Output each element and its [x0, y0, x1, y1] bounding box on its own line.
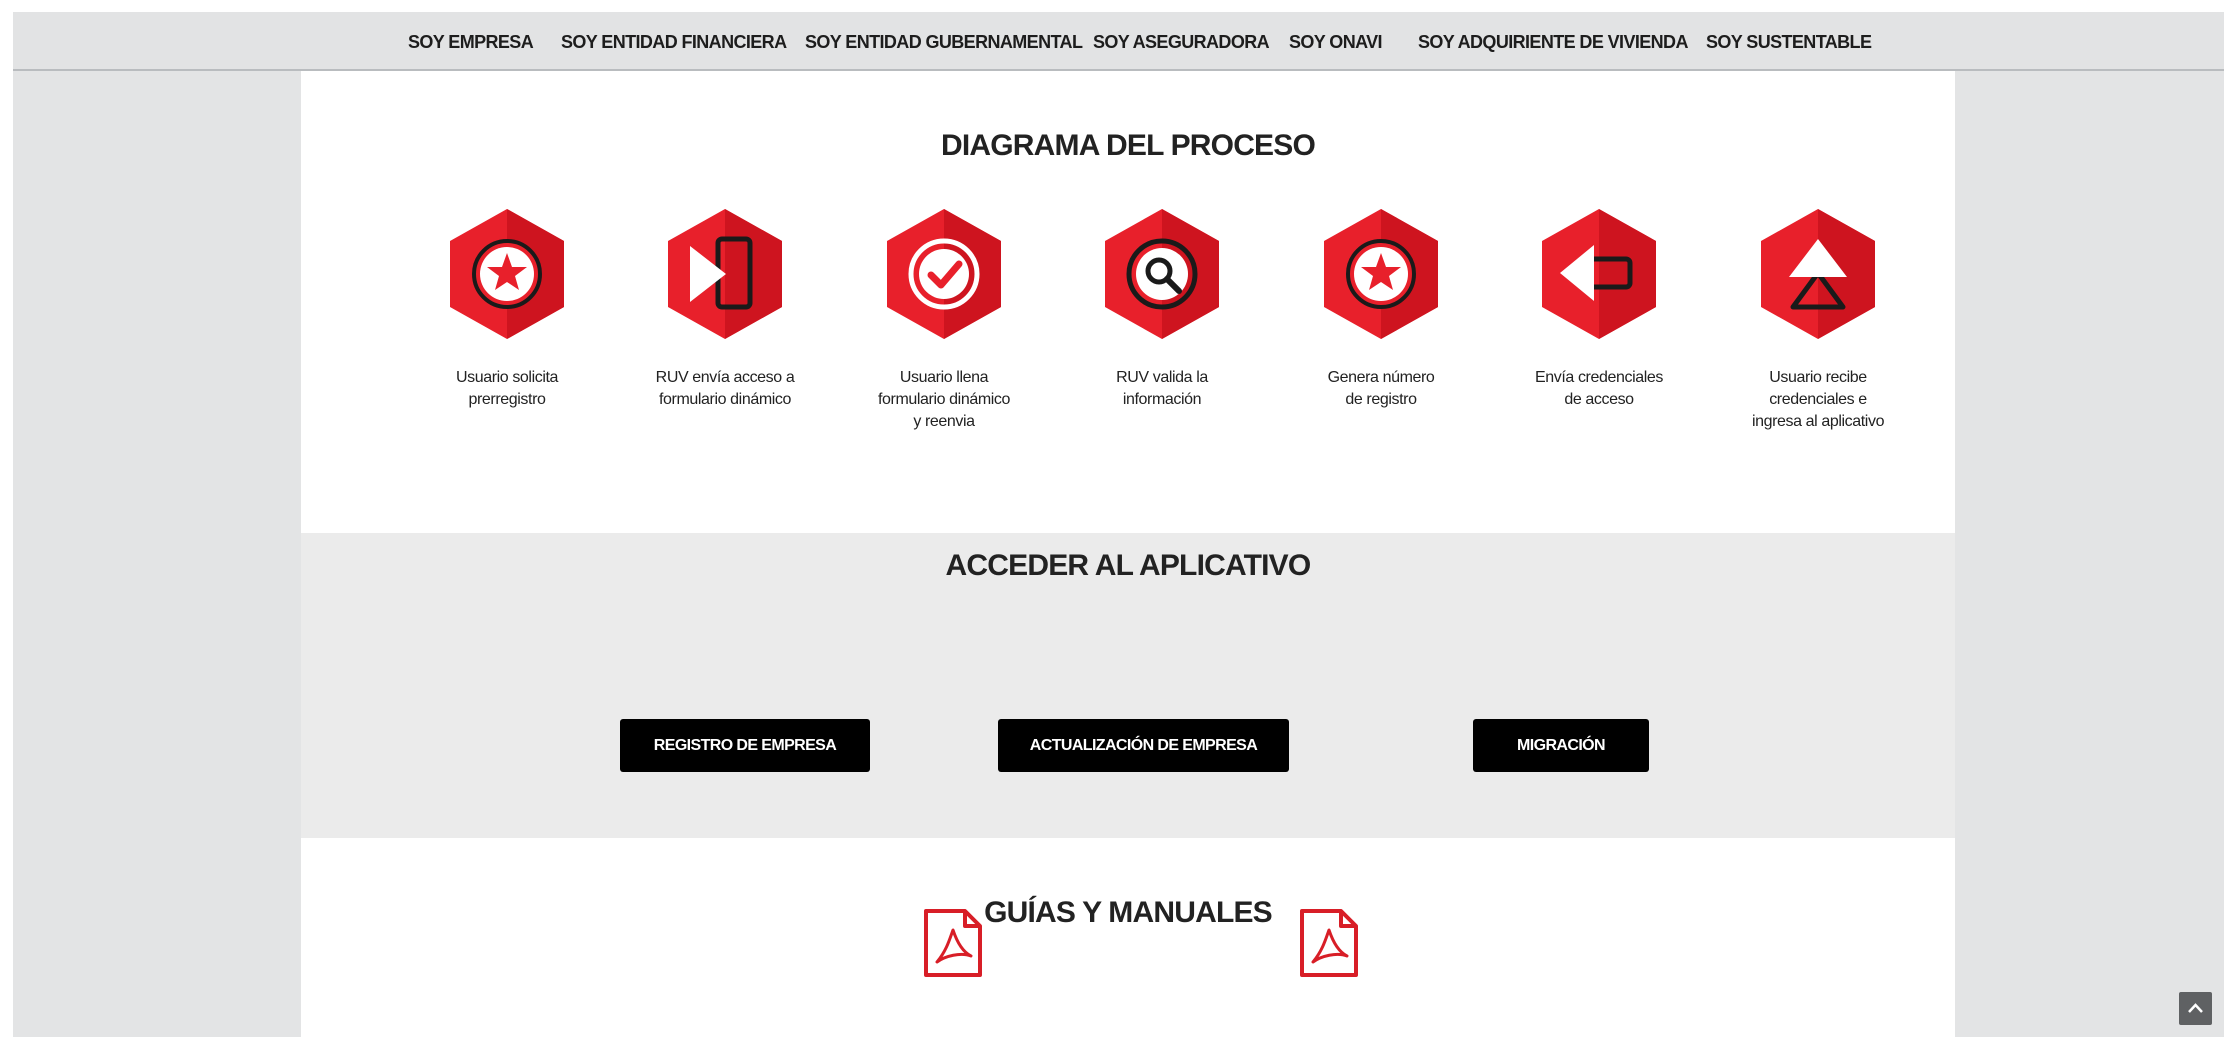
enter-door-icon [668, 209, 782, 339]
actualizacion-de-empresa-button[interactable]: ACTUALIZACIÓN DE EMPRESA [998, 719, 1289, 772]
step-caption: Usuario llena formulario dinámico y reen… [877, 369, 1010, 430]
scroll-to-top-button[interactable] [2179, 992, 2212, 1025]
process-step: Usuario solicita prerregistro [422, 209, 592, 469]
star-icon [450, 209, 564, 339]
check-icon [887, 209, 1001, 339]
chevron-up-icon [2188, 1003, 2203, 1013]
step-caption: RUV envía acceso a formulario dinámico [655, 369, 795, 408]
process-step: RUV envía acceso a formulario dinámico [640, 209, 810, 469]
nav-soy-adquiriente-de-vivienda[interactable]: SOY ADQUIRIENTE DE VIVIENDA [1418, 29, 1688, 55]
step-caption: RUV valida la información [1116, 369, 1208, 408]
nav-soy-sustentable[interactable]: SOY SUSTENTABLE [1706, 29, 1872, 55]
step-caption: Genera número de registro [1327, 369, 1435, 408]
process-step: Usuario llena formulario dinámico y reen… [859, 209, 1029, 469]
guides-title: GUÍAS Y MANUALES [984, 896, 1273, 929]
process-step: Genera número de registro [1296, 209, 1466, 469]
nav-soy-onavi[interactable]: SOY ONAVI [1289, 29, 1383, 55]
nav-soy-empresa[interactable]: SOY EMPRESA [408, 29, 534, 55]
registro-de-empresa-button[interactable]: REGISTRO DE EMPRESA [620, 719, 870, 772]
send-arrow-icon [1542, 209, 1656, 339]
process-step: RUV valida la información [1077, 209, 1247, 469]
process-diagram: Usuario solicita prerregistro RUV envía … [301, 209, 1955, 469]
pdf-icon[interactable] [923, 908, 983, 978]
step-caption: Envía credenciales de acceso [1535, 369, 1663, 408]
browser-viewport: SOY EMPRESA SOY ENTIDAD FINANCIERA SOY E… [13, 12, 2224, 1037]
process-step: Envía credenciales de acceso [1514, 209, 1684, 469]
access-section: ACCEDER AL APLICATIVO REGISTRO DE EMPRES… [301, 533, 1955, 838]
magnifier-icon [1105, 209, 1219, 339]
process-step: Usuario recibe credenciales e ingresa al… [1733, 209, 1903, 469]
access-title: ACCEDER AL APLICATIVO [945, 549, 1312, 582]
pdf-icon[interactable] [1299, 908, 1359, 978]
diagram-title: DIAGRAMA DEL PROCESO [940, 129, 1316, 162]
eject-icon [1761, 209, 1875, 339]
nav-soy-aseguradora[interactable]: SOY ASEGURADORA [1093, 29, 1270, 55]
step-caption: Usuario solicita prerregistro [455, 369, 559, 408]
step-caption: Usuario recibe credenciales e ingresa al… [1751, 369, 1885, 430]
nav-soy-entidad-gubernamental[interactable]: SOY ENTIDAD GUBERNAMENTAL [805, 29, 1083, 55]
star-icon [1324, 209, 1438, 339]
nav-soy-entidad-financiera[interactable]: SOY ENTIDAD FINANCIERA [561, 29, 787, 55]
migracion-button[interactable]: MIGRACIÓN [1473, 719, 1649, 772]
top-navigation: SOY EMPRESA SOY ENTIDAD FINANCIERA SOY E… [13, 12, 2224, 71]
main-content: DIAGRAMA DEL PROCESO Usuario solicita pr… [301, 71, 1955, 1037]
